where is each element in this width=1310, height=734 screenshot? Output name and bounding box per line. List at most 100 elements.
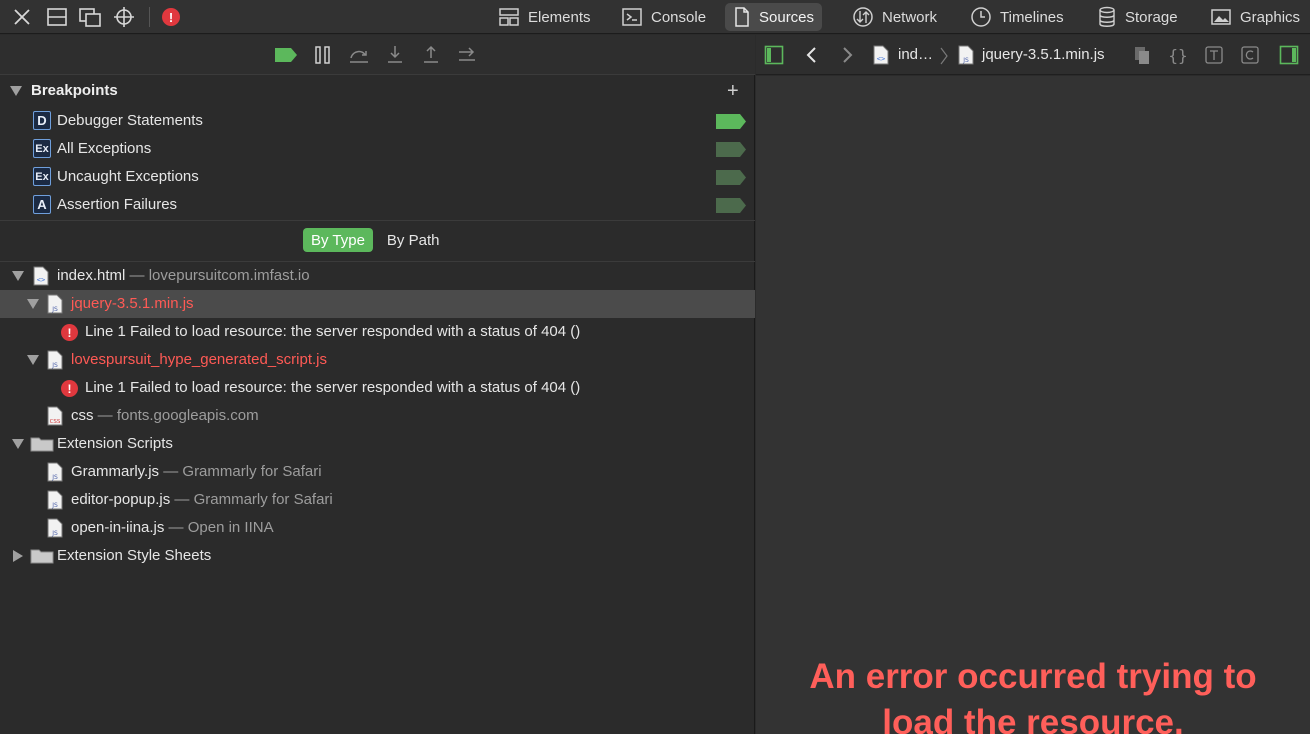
- tab-label: Graphics: [1240, 8, 1301, 26]
- forward-arrow-icon[interactable]: [836, 44, 858, 66]
- timelines-icon: [971, 7, 991, 27]
- by-path-button[interactable]: By Path: [379, 228, 448, 252]
- step-icon[interactable]: [456, 44, 478, 66]
- js-file-icon: JS: [47, 490, 63, 510]
- svg-text:<>: <>: [37, 276, 45, 284]
- breakpoint-enabled-flag-icon[interactable]: [716, 114, 746, 129]
- error-message-text: Line 1 Failed to load resource: the serv…: [85, 323, 581, 340]
- back-arrow-icon[interactable]: [801, 44, 823, 66]
- divider: [0, 220, 755, 221]
- tab-storage[interactable]: Storage: [1089, 3, 1186, 31]
- tree-item-label: index.html — lovepursuitcom.imfast.io: [57, 267, 310, 284]
- disclosure-triangle-icon[interactable]: [12, 439, 24, 449]
- error-message-text: Line 1 Failed to load resource: the serv…: [85, 379, 581, 396]
- error-message-line: An error occurred trying to: [809, 657, 1257, 696]
- tab-bar: ! Elements Console Sources Network Timel…: [0, 0, 1310, 34]
- disclosure-triangle-icon[interactable]: [27, 299, 39, 309]
- error-message-line: load the resource.: [882, 703, 1184, 734]
- tab-graphics[interactable]: Graphics: [1202, 3, 1308, 31]
- tree-item-extension-scripts[interactable]: Extension Scripts: [0, 430, 755, 458]
- tab-label: Storage: [1125, 8, 1178, 26]
- js-file-icon: JS: [47, 518, 63, 538]
- tree-item-label: jquery-3.5.1.min.js: [71, 295, 194, 312]
- disclosure-triangle-collapsed-icon[interactable]: [13, 550, 23, 562]
- tree-item-grammarly[interactable]: JS Grammarly.js — Grammarly for Safari: [0, 458, 755, 486]
- error-icon: !: [61, 380, 78, 397]
- svg-text:JS: JS: [962, 57, 969, 64]
- breakpoint-assertion-failures[interactable]: A Assertion Failures: [0, 191, 755, 219]
- copy-icon[interactable]: [1131, 44, 1153, 66]
- folder-icon: [30, 549, 54, 564]
- pause-icon[interactable]: [312, 44, 334, 66]
- disclosure-triangle-icon[interactable]: [27, 355, 39, 365]
- error-message: An error occurred trying to load the res…: [756, 654, 1310, 734]
- source-content: An error occurred trying to load the res…: [756, 76, 1310, 734]
- breakpoint-disabled-flag-icon[interactable]: [716, 142, 746, 157]
- breakpoint-label: Debugger Statements: [57, 112, 203, 129]
- svg-text:JS: JS: [51, 502, 58, 509]
- breadcrumb-file[interactable]: jquery-3.5.1.min.js: [982, 46, 1105, 63]
- tab-timelines[interactable]: Timelines: [962, 3, 1072, 31]
- breakpoints-title: Breakpoints: [31, 82, 118, 99]
- tree-item-extension-style-sheets[interactable]: Extension Style Sheets: [0, 542, 755, 570]
- svg-text:CSS: CSS: [50, 419, 61, 425]
- breakpoints-header[interactable]: Breakpoints +: [0, 76, 755, 106]
- tab-label: Network: [882, 8, 938, 26]
- tree-item-editor-popup[interactable]: JS editor-popup.js — Grammarly for Safar…: [0, 486, 755, 514]
- tree-item-error-message[interactable]: ! Line 1 Failed to load resource: the se…: [0, 374, 755, 402]
- folder-icon: [30, 437, 54, 452]
- storage-icon: [1099, 6, 1115, 27]
- svg-text:<>: <>: [877, 55, 885, 63]
- disclosure-triangle-icon[interactable]: [12, 271, 24, 281]
- breakpoint-label: Assertion Failures: [57, 196, 178, 213]
- breakpoint-debugger-statements[interactable]: D Debugger Statements: [0, 107, 755, 135]
- step-into-icon[interactable]: [384, 44, 406, 66]
- breakpoint-label: All Exceptions: [57, 140, 152, 157]
- add-breakpoint-icon[interactable]: +: [727, 81, 739, 101]
- breakpoint-uncaught-exceptions[interactable]: Ex Uncaught Exceptions: [0, 163, 755, 191]
- breakpoint-all-exceptions[interactable]: Ex All Exceptions: [0, 135, 755, 163]
- toggle-navigation-sidebar-icon[interactable]: [763, 44, 785, 66]
- tab-label: Console: [651, 8, 707, 26]
- dock-bottom-icon[interactable]: [45, 5, 69, 29]
- tab-elements[interactable]: Elements: [490, 3, 599, 31]
- tree-item-error-message[interactable]: ! Line 1 Failed to load resource: the se…: [0, 318, 755, 346]
- by-type-button[interactable]: By Type: [303, 228, 373, 252]
- tree-item-label: editor-popup.js — Grammarly for Safari: [71, 491, 333, 508]
- tab-network[interactable]: Network: [844, 3, 945, 31]
- toolbar-separator: [149, 7, 150, 27]
- tree-item-hype-script[interactable]: JS lovespursuit_hype_generated_script.js: [0, 346, 755, 374]
- svg-text:JS: JS: [51, 306, 58, 313]
- tree-item-jquery[interactable]: JS jquery-3.5.1.min.js: [0, 290, 755, 318]
- tree-item-label: open-in-iina.js — Open in IINA: [71, 519, 274, 536]
- breakpoint-type-icon: Ex: [33, 139, 51, 158]
- tab-console[interactable]: Console: [613, 3, 714, 31]
- type-profiler-icon[interactable]: [1203, 44, 1225, 66]
- tab-label: Sources: [759, 8, 815, 26]
- html-file-icon: <>: [33, 266, 49, 286]
- step-out-icon[interactable]: [420, 44, 442, 66]
- pretty-print-icon[interactable]: {}: [1167, 44, 1189, 66]
- close-icon[interactable]: [10, 5, 34, 29]
- tree-item-label: css — fonts.googleapis.com: [71, 407, 259, 424]
- breadcrumb-index[interactable]: ind…: [898, 46, 933, 63]
- step-over-icon[interactable]: [348, 44, 370, 66]
- breakpoint-disabled-flag-icon[interactable]: [716, 198, 746, 213]
- error-indicator-icon[interactable]: !: [159, 5, 183, 29]
- tab-sources[interactable]: Sources: [725, 3, 823, 31]
- tree-item-open-in-iina[interactable]: JS open-in-iina.js — Open in IINA: [0, 514, 755, 542]
- breakpoint-disabled-flag-icon[interactable]: [716, 170, 746, 185]
- breakpoint-type-icon: A: [33, 195, 51, 214]
- js-file-icon: JS: [47, 462, 63, 482]
- code-coverage-icon[interactable]: [1239, 44, 1261, 66]
- inspect-element-icon[interactable]: [112, 5, 136, 29]
- detach-window-icon[interactable]: [78, 5, 102, 29]
- tree-item-index-html[interactable]: <> index.html — lovepursuitcom.imfast.io: [0, 262, 755, 290]
- source-viewer: <> ind… JS jquery-3.5.1.min.js {} An err…: [756, 35, 1310, 734]
- html-file-icon: <>: [873, 45, 889, 65]
- breakpoints-active-icon[interactable]: [275, 44, 297, 66]
- tree-item-css[interactable]: CSS css — fonts.googleapis.com: [0, 402, 755, 430]
- disclosure-triangle-icon[interactable]: [10, 86, 22, 96]
- sources-icon: [735, 7, 749, 27]
- toggle-details-sidebar-icon[interactable]: [1278, 44, 1300, 66]
